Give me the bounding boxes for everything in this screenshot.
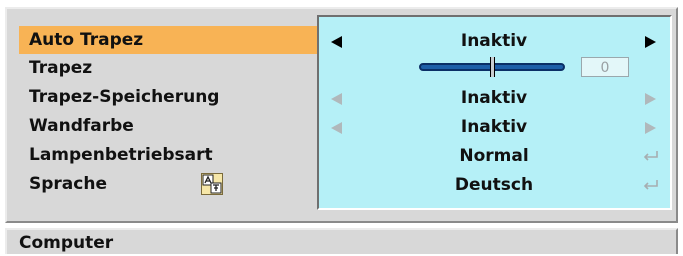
menu-item-label: Auto Trapez bbox=[29, 30, 144, 50]
value-row-lampenbetriebsart[interactable]: Normal bbox=[319, 142, 670, 170]
projector-osd-menu: Auto Trapez Trapez Trapez-Speicherung Wa… bbox=[0, 0, 683, 254]
menu-item-trapez-speicherung[interactable]: Trapez-Speicherung bbox=[19, 83, 322, 111]
menu-item-label: Lampenbetriebsart bbox=[29, 145, 213, 165]
enter-icon bbox=[643, 180, 658, 190]
menu-item-label: Sprache bbox=[29, 174, 107, 194]
menu-item-lampenbetriebsart[interactable]: Lampenbetriebsart bbox=[19, 141, 322, 169]
trapez-slider-handle[interactable] bbox=[490, 57, 495, 77]
menu-panel: Auto Trapez Trapez Trapez-Speicherung Wa… bbox=[5, 7, 678, 223]
value-row-auto-trapez[interactable]: Inaktiv bbox=[319, 27, 670, 55]
enter-icon bbox=[643, 151, 658, 161]
menu-item-label: Trapez bbox=[29, 58, 93, 78]
source-label: Computer bbox=[19, 233, 114, 253]
value-text: Deutsch bbox=[454, 175, 534, 195]
menu-item-auto-trapez[interactable]: Auto Trapez bbox=[19, 26, 322, 54]
left-arrow-icon[interactable] bbox=[331, 36, 342, 48]
value-text: Normal bbox=[459, 146, 529, 166]
source-footer-bar: Computer bbox=[5, 228, 678, 254]
value-row-trapez-speicherung[interactable]: Inaktiv bbox=[319, 84, 670, 112]
right-arrow-icon[interactable] bbox=[645, 36, 656, 48]
language-icon bbox=[201, 173, 223, 195]
value-row-trapez[interactable]: 0 bbox=[319, 55, 670, 83]
menu-item-trapez[interactable]: Trapez bbox=[19, 54, 322, 82]
menu-item-sprache[interactable]: Sprache bbox=[19, 170, 322, 198]
value-row-sprache[interactable]: Deutsch bbox=[319, 171, 670, 199]
left-arrow-icon bbox=[331, 93, 342, 105]
menu-item-label: Trapez-Speicherung bbox=[29, 87, 220, 107]
right-arrow-icon bbox=[645, 122, 656, 134]
values-panel: Inaktiv 0 Inaktiv Inaktiv Normal Deutsch bbox=[317, 15, 672, 210]
trapez-value-field: 0 bbox=[581, 57, 629, 77]
menu-item-wandfarbe[interactable]: Wandfarbe bbox=[19, 112, 322, 140]
left-arrow-icon bbox=[331, 122, 342, 134]
right-arrow-icon bbox=[645, 93, 656, 105]
menu-item-label: Wandfarbe bbox=[29, 116, 134, 136]
value-text: Inaktiv bbox=[460, 117, 528, 137]
value-text: Inaktiv bbox=[460, 88, 528, 108]
value-row-wandfarbe[interactable]: Inaktiv bbox=[319, 113, 670, 141]
value-text: Inaktiv bbox=[460, 31, 528, 51]
